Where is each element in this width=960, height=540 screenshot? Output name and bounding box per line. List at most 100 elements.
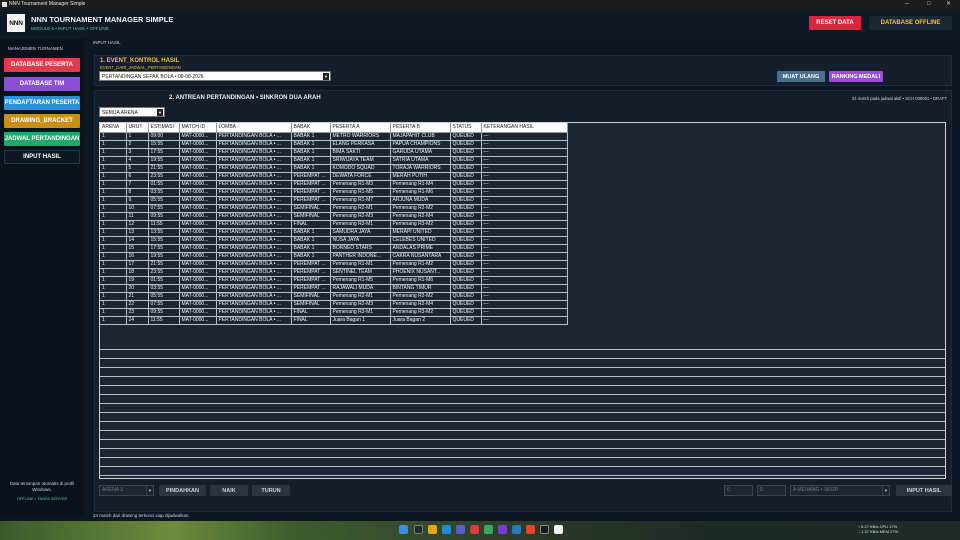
file-explorer-icon[interactable] (428, 525, 437, 534)
table-cell: 15:55 (148, 236, 180, 245)
table-row[interactable]: 1 10 07:55 MAT-0000... PERTANDINGAN BOLA • .… (100, 204, 568, 213)
table-row[interactable]: 1 6 23:55 MAT-0000... PERTANDINGAN BOLA • ..… (100, 172, 568, 181)
table-row[interactable]: 1 2 15:55 MAT-0000... PERTANDINGAN BOLA • ..… (100, 140, 568, 149)
sidebar-item-drawing-bracket[interactable]: DRAWING_BRACKET (4, 114, 80, 128)
column-header[interactable]: ARENA (100, 123, 127, 133)
move-up-button[interactable]: NAIK (210, 485, 248, 496)
table-cell: — (481, 164, 568, 173)
maximize-button[interactable]: □ (927, 0, 931, 9)
table-row[interactable]: 1 1 09:00 MAT-0000... PERTANDINGAN BOLA • ..… (100, 132, 568, 141)
table-row[interactable]: 1 18 23:55 MAT-0000... PERTANDINGAN BOLA • .… (100, 268, 568, 277)
minimize-button[interactable]: ─ (905, 0, 909, 9)
table-row[interactable]: 1 14 15:55 MAT-0000... PERTANDINGAN BOLA • .… (100, 236, 568, 245)
terminal-icon[interactable] (540, 525, 549, 534)
app-icon[interactable] (526, 525, 535, 534)
table-row[interactable]: 1 23 09:55 MAT-0000... PERTANDINGAN BOLA • .… (100, 308, 568, 317)
table-cell: 09:55 (148, 212, 180, 221)
table-cell: SEMIFINAL (291, 292, 331, 301)
match-queue-table[interactable]: ARENA URUT ESTIMASI MATCH ID LOMBA BABAK PESER… (99, 122, 946, 479)
table-cell: Pemenang R1-M1 (330, 260, 391, 269)
table-row[interactable]: 1 8 03:55 MAT-0000... PERTANDINGAN BOLA • ..… (100, 188, 568, 197)
table-cell: 4 (126, 156, 149, 165)
column-header[interactable]: KETERANGAN HASIL (481, 123, 568, 133)
table-row[interactable]: 1 17 21:55 MAT-0000... PERTANDINGAN BOLA • .… (100, 260, 568, 269)
window-titlebar: NNN Tournament Manager Simple ─ □ ✕ (0, 0, 960, 9)
search-icon[interactable] (414, 525, 423, 534)
table-row[interactable]: 1 24 11:55 MAT-0000... PERTANDINGAN BOLA • .… (100, 316, 568, 325)
app-icon[interactable] (484, 525, 493, 534)
table-cell: PERTANDINGAN BOLA • ... (216, 140, 292, 149)
tray-line-2: ↓ 1.37 KB/s MEM 27% (858, 529, 899, 534)
edge-browser-icon[interactable] (442, 525, 451, 534)
sidebar-item-jadwal-pertandingan[interactable]: JADWAL PERTANDINGAN (4, 132, 80, 146)
table-row[interactable]: 1 22 07:55 MAT-0000... PERTANDINGAN BOLA • .… (100, 300, 568, 309)
reset-data-button[interactable]: RESET DATA (809, 16, 861, 30)
sidebar-item-database-tim[interactable]: DATABASE TIM (4, 77, 80, 91)
app-icon[interactable] (470, 525, 479, 534)
table-cell: — (481, 284, 568, 293)
table-cell: PERTANDINGAN BOLA • ... (216, 148, 292, 157)
table-cell: 03:55 (148, 284, 180, 293)
table-row[interactable]: 1 15 17:55 MAT-0000... PERTANDINGAN BOLA • .… (100, 244, 568, 253)
column-header[interactable]: BABAK (291, 123, 331, 133)
column-header[interactable]: STATUS (450, 123, 482, 133)
table-row[interactable]: 1 20 03:55 MAT-0000... PERTANDINGAN BOLA • .… (100, 284, 568, 293)
column-header[interactable]: LOMBA (216, 123, 292, 133)
table-cell: PERTANDINGAN BOLA • ... (216, 164, 292, 173)
event-select[interactable]: PERTANDINGAN SEPAK BOLA • 08-08-2026 ▼ (99, 71, 331, 81)
sidebar-item-database-peserta[interactable]: DATABASE PESERTA (4, 58, 80, 72)
sidebar-status: OFFLINE • TANPA SERVER (16, 496, 68, 501)
empty-row-line (100, 367, 945, 368)
arena-target-select[interactable]: ARENA 1 ▼ (99, 485, 154, 496)
result-type-value: A MENANG • SKOR (793, 487, 839, 493)
table-cell: PERTANDINGAN BOLA • ... (216, 204, 292, 213)
column-header[interactable]: PESERTA B (390, 123, 451, 133)
table-cell: 01:55 (148, 180, 180, 189)
move-down-button[interactable]: TURUN (252, 485, 290, 496)
table-cell: PERTANDINGAN BOLA • ... (216, 220, 292, 229)
table-row[interactable]: 1 12 11:55 MAT-0000... PERTANDINGAN BOLA • .… (100, 220, 568, 229)
column-header[interactable]: MATCH ID (179, 123, 217, 133)
nnn-app-icon[interactable] (554, 525, 563, 534)
move-button[interactable]: PINDAHKAN (159, 485, 206, 496)
table-cell: PERTANDINGAN BOLA • ... (216, 172, 292, 181)
column-header[interactable]: URUT (126, 123, 149, 133)
column-header[interactable]: PESERTA A (330, 123, 391, 133)
table-cell: — (481, 228, 568, 237)
table-cell: ANDALAS PRIME (390, 244, 451, 253)
column-header[interactable]: ESTIMASI (148, 123, 180, 133)
table-cell: PHOENIX NUSANT... (390, 268, 451, 277)
table-row[interactable]: 1 16 19:55 MAT-0000... PERTANDINGAN BOLA • .… (100, 252, 568, 261)
table-cell: 1 (100, 300, 127, 309)
table-cell: 1 (100, 180, 127, 189)
sidebar-item-input-hasil[interactable]: INPUT HASIL (4, 150, 80, 164)
table-row[interactable]: 1 9 05:55 MAT-0000... PERTANDINGAN BOLA • ..… (100, 196, 568, 205)
table-row[interactable]: 1 5 21:55 MAT-0000... PERTANDINGAN BOLA • ..… (100, 164, 568, 173)
table-row[interactable]: 1 4 19:55 MAT-0000... PERTANDINGAN BOLA • ..… (100, 156, 568, 165)
empty-row-line (100, 439, 945, 440)
result-type-select[interactable]: A MENANG • SKOR ▼ (790, 485, 890, 496)
app-icon[interactable] (498, 525, 507, 534)
table-row[interactable]: 1 19 01:55 MAT-0000... PERTANDINGAN BOLA • .… (100, 276, 568, 285)
medal-ranking-button[interactable]: RANKING MEDALI (829, 71, 883, 82)
sidebar-item-pendaftaran-peserta[interactable]: PENDAFTARAN PESERTA (4, 96, 80, 110)
arena-filter-select[interactable]: SEMUA ARENA ▼ (99, 107, 165, 117)
input-result-button[interactable]: INPUT HASIL (896, 485, 952, 496)
score-a-input[interactable]: 0 (724, 485, 753, 496)
table-row[interactable]: 1 11 09:55 MAT-0000... PERTANDINGAN BOLA • .… (100, 212, 568, 221)
table-row[interactable]: 1 3 17:55 MAT-0000... PERTANDINGAN BOLA • ..… (100, 148, 568, 157)
table-row[interactable]: 1 21 05:55 MAT-0000... PERTANDINGAN BOLA • .… (100, 292, 568, 301)
database-offline-button[interactable]: DATABASE OFFLINE (869, 16, 952, 30)
table-cell: — (481, 172, 568, 181)
reload-button[interactable]: MUAT ULANG (777, 71, 825, 82)
table-row[interactable]: 1 7 01:55 MAT-0000... PERTANDINGAN BOLA • ..… (100, 180, 568, 189)
table-row[interactable]: 1 13 13:55 MAT-0000... PERTANDINGAN BOLA • .… (100, 228, 568, 237)
close-button[interactable]: ✕ (946, 0, 951, 9)
windows-start-icon[interactable] (399, 525, 408, 534)
table-cell: 01:55 (148, 276, 180, 285)
score-b-input[interactable]: 0 (757, 485, 786, 496)
vscode-icon[interactable] (512, 525, 521, 534)
table-cell: — (481, 276, 568, 285)
teams-icon[interactable] (456, 525, 465, 534)
empty-row-line (100, 394, 945, 395)
